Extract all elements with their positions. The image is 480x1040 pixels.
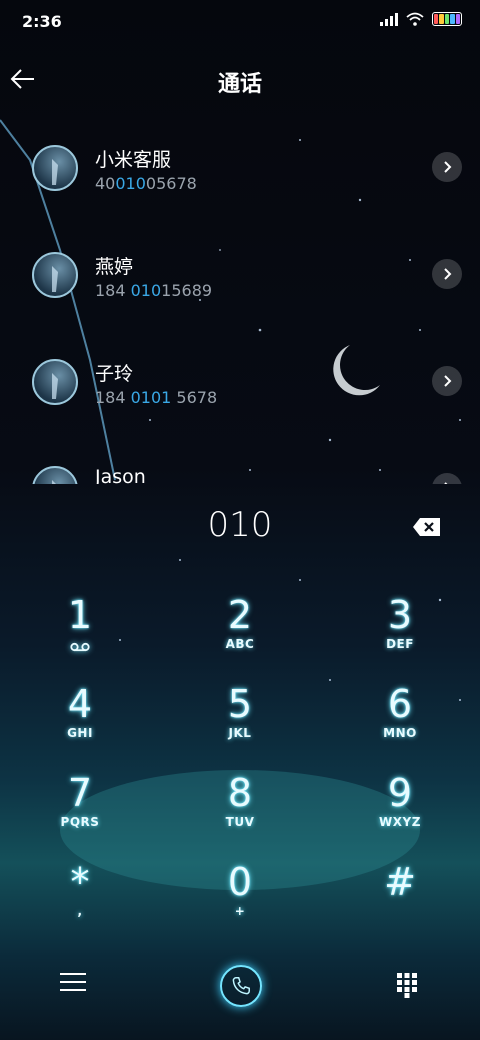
contact-number: 184 01015689 xyxy=(95,281,213,300)
contact-name: 燕婷 xyxy=(95,256,134,278)
key-2[interactable]: 2 ABC xyxy=(180,593,300,675)
key-letters: TUV xyxy=(225,815,255,829)
key-letters: PQRS xyxy=(60,815,100,829)
contact-list[interactable]: 小米客服 4001005678 燕婷 184 01015689 子玲 184 0… xyxy=(0,114,480,484)
status-time: 2:36 xyxy=(22,12,62,31)
key-9[interactable]: 9 WXYZ xyxy=(340,771,460,853)
key-letters: WXYZ xyxy=(379,815,421,829)
delete-icon[interactable] xyxy=(412,517,442,537)
contact-detail-button[interactable] xyxy=(432,259,462,289)
key-digit: 1 xyxy=(67,593,93,637)
contact-detail-button[interactable] xyxy=(432,473,462,484)
phone-icon xyxy=(232,977,250,995)
key-hash[interactable]: # xyxy=(340,860,460,942)
key-digit: # xyxy=(384,860,416,904)
contact-row[interactable]: Jason xyxy=(0,435,480,484)
key-digit: 9 xyxy=(387,771,413,815)
key-5[interactable]: 5 JKL xyxy=(180,682,300,764)
key-digit: 8 xyxy=(227,771,253,815)
key-digit: 0 xyxy=(227,860,253,904)
contact-detail-button[interactable] xyxy=(432,366,462,396)
avatar xyxy=(32,359,78,405)
chevron-right-icon xyxy=(444,482,448,484)
status-bar: 2:36 xyxy=(0,0,480,44)
key-1[interactable]: 1 xyxy=(20,593,140,675)
avatar xyxy=(32,466,78,484)
contact-number: 184 0101 5678 xyxy=(95,388,218,407)
contact-detail-button[interactable] xyxy=(432,152,462,182)
contact-name: Jason xyxy=(95,466,146,484)
key-letters: JKL xyxy=(228,726,252,740)
avatar xyxy=(32,145,78,191)
menu-icon[interactable] xyxy=(60,973,86,995)
contact-number: 4001005678 xyxy=(95,174,197,193)
page-title: 通话 xyxy=(217,72,262,97)
key-letters: + xyxy=(234,904,246,918)
key-digit: * xyxy=(70,860,90,904)
key-letters: ABC xyxy=(225,637,255,651)
key-6[interactable]: 6 MNO xyxy=(340,682,460,764)
contact-name: 小米客服 xyxy=(95,149,172,171)
contact-row[interactable]: 子玲 184 0101 5678 xyxy=(0,328,480,435)
key-letters: , xyxy=(77,904,83,918)
key-star[interactable]: * , xyxy=(20,860,140,942)
voicemail-icon xyxy=(70,642,90,652)
key-letters: DEF xyxy=(386,637,414,651)
key-digit: 3 xyxy=(387,593,413,637)
chevron-right-icon xyxy=(444,268,452,280)
chevron-right-icon xyxy=(444,161,452,173)
contact-row[interactable]: 燕婷 184 01015689 xyxy=(0,221,480,328)
key-digit: 4 xyxy=(67,682,93,726)
key-digit: 2 xyxy=(227,593,253,637)
call-button[interactable] xyxy=(220,965,262,1007)
bottom-bar xyxy=(0,955,480,1025)
contact-row[interactable]: 小米客服 4001005678 xyxy=(0,114,480,221)
chevron-right-icon xyxy=(444,375,452,387)
key-digit: 6 xyxy=(387,682,413,726)
dialed-number: 010 xyxy=(207,505,273,545)
battery-icon xyxy=(432,12,462,26)
signal-icon xyxy=(380,12,398,26)
contact-name: 子玲 xyxy=(95,363,134,385)
dialpad-icon[interactable] xyxy=(396,972,418,998)
key-7[interactable]: 7 PQRS xyxy=(20,771,140,853)
avatar xyxy=(32,252,78,298)
key-letters: GHI xyxy=(67,726,93,740)
key-4[interactable]: 4 GHI xyxy=(20,682,140,764)
key-8[interactable]: 8 TUV xyxy=(180,771,300,853)
header: 通话 xyxy=(0,44,480,114)
key-0[interactable]: 0 + xyxy=(180,860,300,942)
key-letters: MNO xyxy=(383,726,417,740)
key-digit: 7 xyxy=(67,771,93,815)
wifi-icon xyxy=(406,12,424,26)
status-icons xyxy=(380,12,462,26)
key-digit: 5 xyxy=(227,682,253,726)
key-3[interactable]: 3 DEF xyxy=(340,593,460,675)
